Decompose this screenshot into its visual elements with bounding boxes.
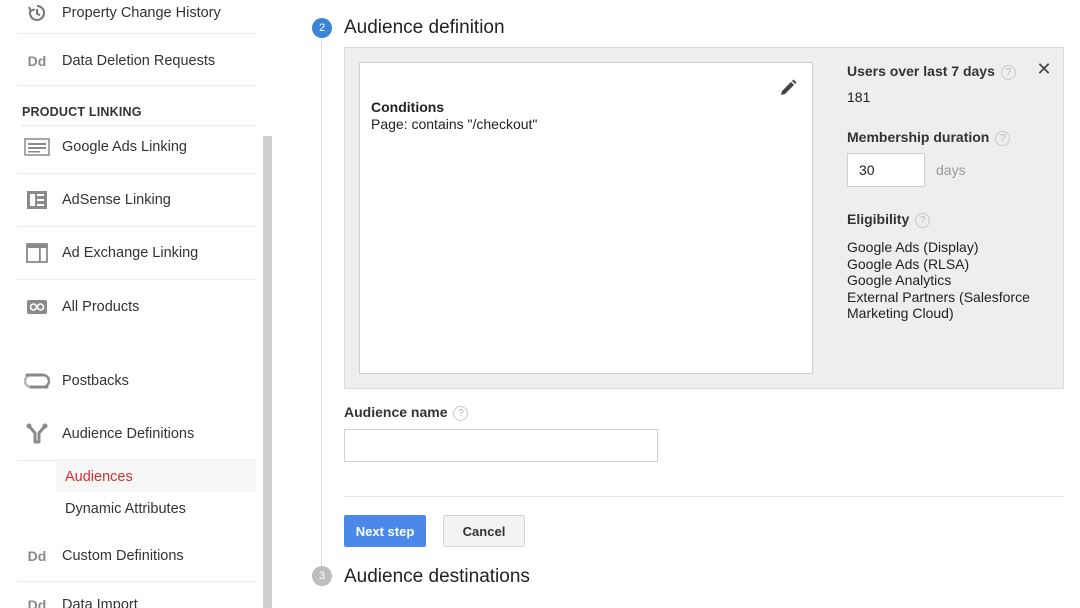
sidebar: Property Change History Dd Data Deletion… [0, 0, 275, 608]
sidebar-item-label: Ad Exchange Linking [62, 245, 199, 261]
help-icon[interactable]: ? [453, 405, 469, 421]
sidebar-item-label: Audience Definitions [62, 425, 195, 442]
conditions-text: Page: contains "/checkout" [371, 116, 538, 132]
sidebar-item-label: Postbacks [62, 373, 129, 389]
pencil-icon [777, 79, 799, 103]
help-icon[interactable]: ? [915, 212, 931, 228]
sidebar-item-label: All Products [62, 299, 140, 315]
eligibility-item: Google Analytics [847, 272, 952, 288]
dd-icon: Dd [27, 597, 47, 608]
sidebar-item-label: Data Import [62, 597, 138, 608]
help-icon[interactable]: ? [995, 130, 1011, 146]
help-icon[interactable]: ? [1000, 64, 1016, 80]
sidebar-item-data-deletion-requests[interactable]: Dd Data Deletion Requests [16, 36, 256, 86]
sidebar-item-all-products[interactable]: All Products [16, 280, 256, 334]
eligibility-item: Google Ads (Display) [847, 239, 979, 255]
sidebar-item-custom-definitions[interactable]: Dd Custom Definitions [16, 530, 256, 582]
audience-name-label: Audience name? [344, 404, 469, 421]
sidebar-item-data-import[interactable]: Dd Data Import [16, 590, 256, 608]
sidebar-item-property-change-history[interactable]: Property Change History [16, 0, 256, 34]
history-icon [22, 1, 52, 25]
step-number-badge: 2 [312, 18, 332, 38]
sidebar-item-label: AdSense Linking [62, 192, 171, 208]
step-connector-line [321, 38, 322, 568]
eligibility-list: Google Ads (Display) Google Ads (RLSA) G… [847, 239, 1052, 322]
sidebar-item-google-ads-linking[interactable]: Google Ads Linking [16, 121, 256, 174]
sidebar-scrollbar[interactable] [263, 136, 272, 608]
sidebar-item-label: Property Change History [62, 4, 221, 21]
close-icon[interactable]: ✕ [1035, 60, 1053, 78]
eligibility-label: Eligibility? [847, 211, 931, 228]
all-products-icon [22, 295, 52, 319]
edit-conditions-button[interactable] [777, 77, 799, 99]
sidebar-item-label: Google Ads Linking [62, 139, 187, 155]
users-last-7-days-label: Users over last 7 days? [847, 63, 1016, 80]
membership-duration-unit: days [936, 162, 966, 178]
conditions-title: Conditions [371, 99, 445, 115]
sidebar-item-label: Custom Definitions [62, 547, 184, 564]
sidebar-item-audience-definitions[interactable]: Audience Definitions [16, 407, 256, 461]
step-title-audience-destinations: Audience destinations [344, 566, 530, 587]
sidebar-item-label: Data Deletion Requests [62, 52, 216, 69]
membership-duration-input[interactable] [847, 153, 925, 187]
sidebar-item-adsense-linking[interactable]: AdSense Linking [16, 174, 256, 227]
dd-icon: Dd [27, 547, 47, 564]
audience-definitions-icon [22, 422, 52, 446]
sidebar-item-postbacks[interactable]: Postbacks [16, 355, 256, 407]
postbacks-icon [22, 369, 52, 393]
eligibility-item: External Partners (Salesforce Marketing … [847, 288, 1030, 322]
sidebar-subitem-audiences[interactable]: Audiences [56, 462, 256, 492]
membership-duration-label: Membership duration? [847, 129, 1011, 146]
dd-icon: Dd [27, 52, 47, 69]
step-number-badge: 3 [312, 566, 332, 586]
sidebar-item-ad-exchange-linking[interactable]: Ad Exchange Linking [16, 227, 256, 280]
adsense-icon [22, 188, 52, 212]
cancel-button[interactable]: Cancel [443, 515, 525, 547]
next-step-button[interactable]: Next step [344, 515, 426, 547]
ad-exchange-icon [22, 241, 52, 265]
step-title-audience-definition: Audience definition [344, 17, 505, 38]
eligibility-item: Google Ads (RLSA) [847, 255, 970, 272]
users-last-7-days-value: 181 [847, 89, 871, 105]
google-ads-icon [22, 135, 52, 159]
audience-name-input[interactable] [344, 429, 658, 462]
sidebar-subitem-dynamic-attributes[interactable]: Dynamic Attributes [56, 494, 256, 524]
divider [344, 496, 1064, 497]
